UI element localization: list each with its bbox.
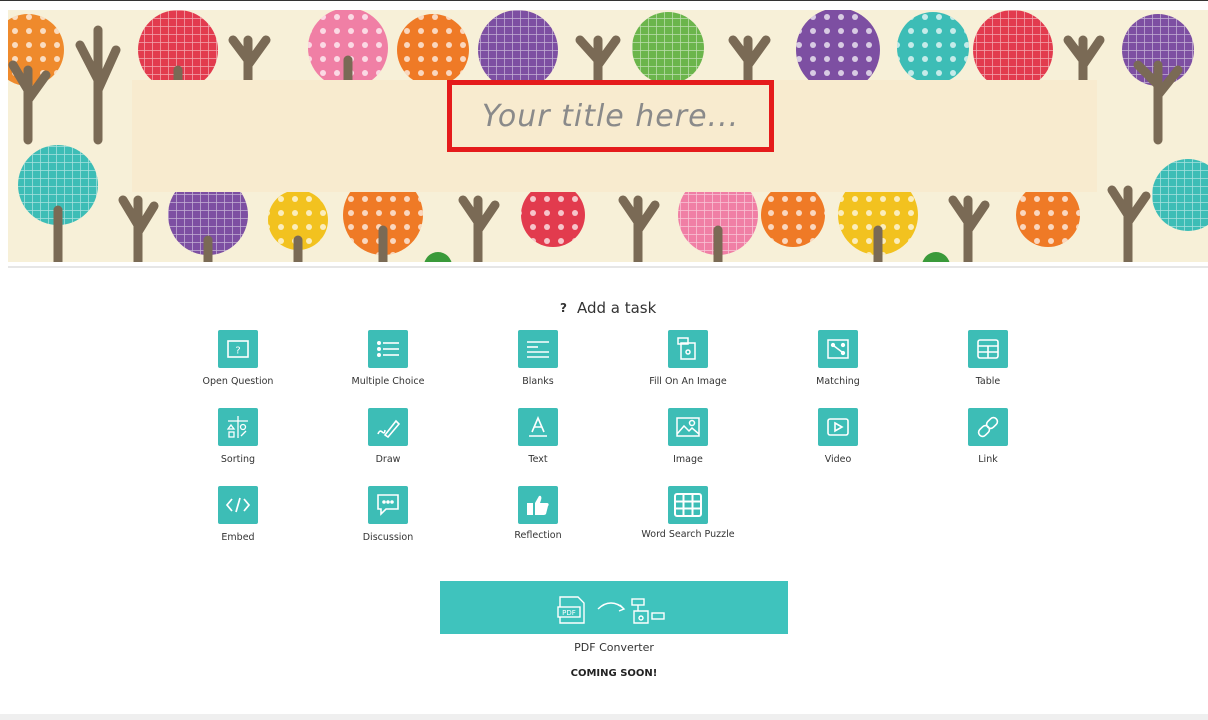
code-icon (218, 486, 258, 524)
matching-icon (818, 330, 858, 368)
task-label: Discussion (362, 532, 414, 543)
task-open-question[interactable]: ? Open Question (173, 330, 303, 387)
task-reflection[interactable]: Reflection (473, 486, 603, 541)
pencil-icon (368, 408, 408, 446)
task-label: Multiple Choice (351, 376, 425, 387)
task-label: Draw (375, 454, 401, 465)
task-label: Reflection (514, 530, 562, 541)
thumbs-up-icon (518, 486, 558, 524)
task-label: Open Question (202, 376, 274, 387)
bottom-bar (0, 714, 1208, 720)
list-icon (368, 330, 408, 368)
task-fill-on-image[interactable]: Fill On An Image (623, 330, 753, 387)
image-icon (668, 408, 708, 446)
task-embed[interactable]: Embed (173, 486, 303, 543)
title-input-highlight[interactable]: Your title here... (447, 80, 774, 152)
task-label: Video (824, 454, 852, 465)
blanks-lines-icon (518, 330, 558, 368)
task-link[interactable]: Link (923, 408, 1053, 465)
title-area: Your title here... (132, 80, 1097, 192)
task-video[interactable]: Video (773, 408, 903, 465)
task-blanks[interactable]: Blanks (473, 330, 603, 387)
task-label: Fill On An Image (649, 376, 727, 387)
task-table[interactable]: Table (923, 330, 1053, 387)
task-text[interactable]: Text (473, 408, 603, 465)
text-a-icon (518, 408, 558, 446)
table-icon (968, 330, 1008, 368)
task-word-search[interactable]: Word Search Puzzle (623, 486, 753, 540)
task-sorting[interactable]: Sorting (173, 408, 303, 465)
task-label: Embed (221, 532, 255, 543)
task-label: Blanks (522, 376, 554, 387)
link-icon (968, 408, 1008, 446)
title-placeholder[interactable]: Your title here... (482, 99, 739, 134)
pdf-converter-label: PDF Converter (574, 641, 654, 654)
task-label: Sorting (220, 454, 256, 465)
task-label: Table (975, 376, 1001, 387)
play-icon (818, 408, 858, 446)
image-fill-icon (668, 330, 708, 368)
coming-soon-text: COMING SOON! (570, 668, 658, 679)
pdf-converter-button[interactable]: PDF (440, 581, 788, 634)
add-task-heading: ? Add a task (560, 298, 656, 318)
svg-text:?: ? (235, 346, 240, 357)
pdf-convert-icon: PDF (557, 595, 665, 624)
task-label: Text (528, 454, 548, 465)
header-banner: Your title here... (8, 10, 1208, 262)
grid-icon (668, 486, 708, 524)
sorting-icon (218, 408, 258, 446)
task-draw[interactable]: Draw (323, 408, 453, 465)
task-label: Matching (816, 376, 860, 387)
task-label: Link (978, 454, 998, 465)
add-task-title: Add a task (576, 299, 657, 317)
chat-bubble-icon (368, 486, 408, 524)
task-matching[interactable]: Matching (773, 330, 903, 387)
top-border (0, 0, 1208, 1)
question-box-icon: ? (218, 330, 258, 368)
task-discussion[interactable]: Discussion (323, 486, 453, 543)
task-label: Word Search Puzzle (641, 529, 735, 540)
task-image[interactable]: Image (623, 408, 753, 465)
help-icon[interactable]: ? (560, 301, 567, 315)
task-multiple-choice[interactable]: Multiple Choice (323, 330, 453, 387)
pdf-badge-text: PDF (562, 609, 576, 617)
task-label: Image (673, 454, 703, 465)
